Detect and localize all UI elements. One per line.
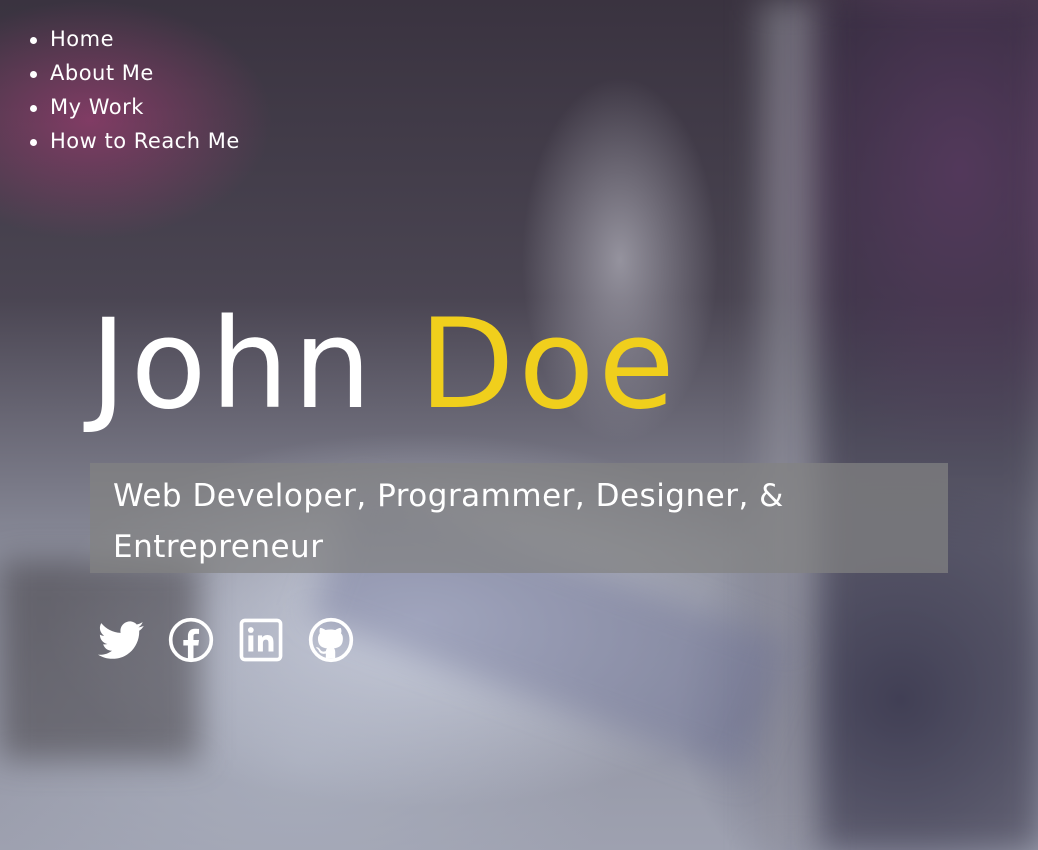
- linkedin-link[interactable]: [238, 617, 284, 663]
- hero-title: John Doe: [90, 295, 679, 435]
- twitter-icon: [98, 621, 144, 659]
- hero-tagline: Web Developer, Programmer, Designer, & E…: [90, 463, 948, 573]
- nav-item-about[interactable]: About Me: [30, 56, 240, 90]
- facebook-icon: [168, 617, 214, 663]
- facebook-link[interactable]: [168, 617, 214, 663]
- github-link[interactable]: [308, 617, 354, 663]
- hero-last-name: Doe: [419, 293, 679, 437]
- twitter-link[interactable]: [98, 617, 144, 663]
- linkedin-icon: [239, 618, 283, 662]
- nav-item-home[interactable]: Home: [30, 22, 240, 56]
- social-links: [98, 617, 354, 663]
- hero-first-name: John: [90, 293, 376, 437]
- github-icon: [308, 617, 354, 663]
- main-nav: Home About Me My Work How to Reach Me: [0, 22, 240, 158]
- nav-item-work[interactable]: My Work: [30, 90, 240, 124]
- nav-item-contact[interactable]: How to Reach Me: [30, 124, 240, 158]
